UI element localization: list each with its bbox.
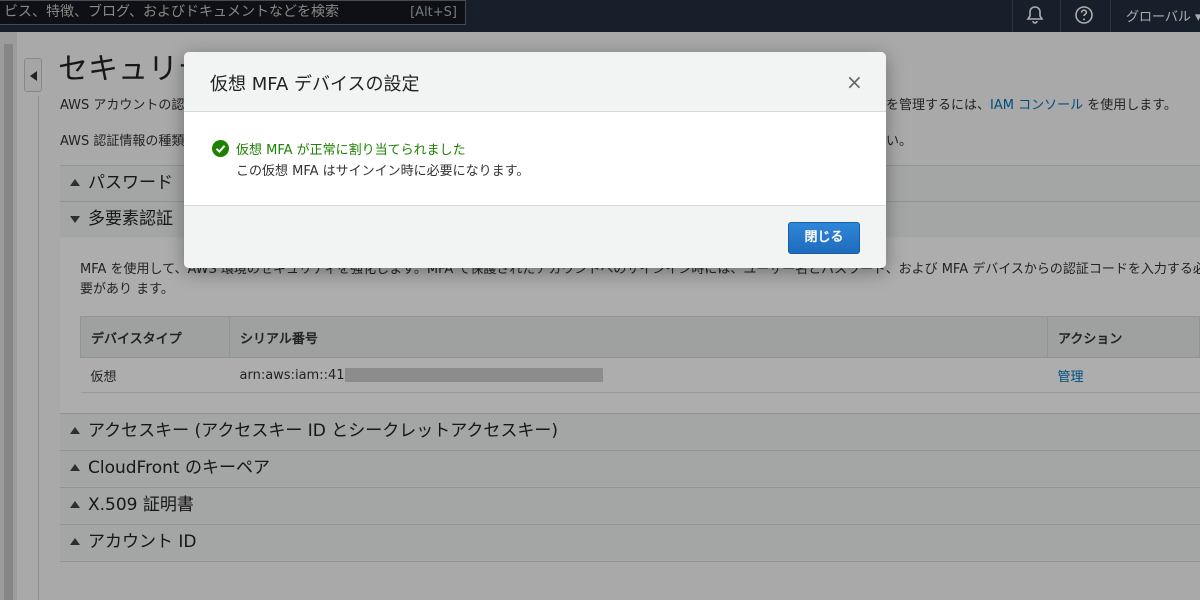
close-button[interactable]: 閉じる xyxy=(788,222,860,254)
dialog-body: 仮想 MFA が正常に割り当てられました この仮想 MFA はサインイン時に必要… xyxy=(184,112,886,206)
close-icon[interactable]: × xyxy=(846,72,863,92)
dialog-header: 仮想 MFA デバイスの設定 × xyxy=(184,52,886,112)
dialog-title: 仮想 MFA デバイスの設定 xyxy=(210,74,420,95)
success-detail: この仮想 MFA はサインイン時に必要になります。 xyxy=(236,164,530,179)
virtual-mfa-setup-dialog: 仮想 MFA デバイスの設定 × 仮想 MFA が正常に割り当てられました この… xyxy=(184,52,886,268)
success-message: 仮想 MFA が正常に割り当てられました xyxy=(236,143,466,158)
dialog-footer: 閉じる xyxy=(184,205,886,268)
check-circle-icon xyxy=(212,140,229,157)
